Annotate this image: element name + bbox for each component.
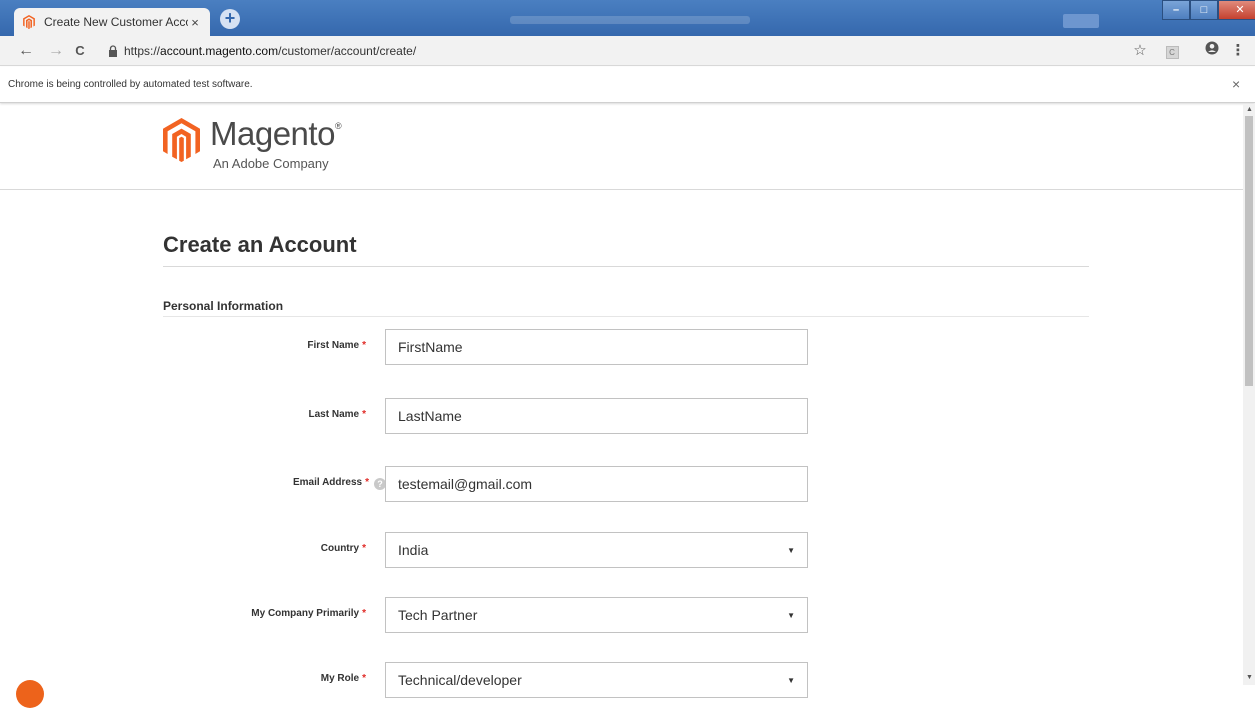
automation-infobar: Chrome is being controlled by automated … — [0, 67, 1255, 103]
required-marker: * — [362, 608, 366, 619]
required-marker: * — [362, 543, 366, 554]
browser-menu-icon[interactable]: ⋮ — [1228, 41, 1248, 61]
email-label-text: Email Address — [292, 477, 363, 488]
infobar-message: Chrome is being controlled by automated … — [8, 79, 253, 90]
scroll-up-icon[interactable]: ▲ — [1246, 106, 1253, 113]
email-input[interactable] — [385, 466, 808, 502]
country-select[interactable]: India ▼ — [385, 532, 808, 568]
last-name-input[interactable] — [385, 398, 808, 434]
profile-icon[interactable] — [1202, 41, 1222, 61]
trademark-symbol: ® — [334, 121, 342, 131]
email-row: Email Address *? — [163, 466, 823, 502]
tab-close-icon[interactable]: × — [188, 15, 202, 30]
section-divider — [163, 316, 1089, 317]
brand-text: Magento — [210, 115, 335, 152]
role-selected-value: Technical/developer — [398, 672, 522, 688]
page-scrollbar[interactable]: ▲ ▼ — [1243, 104, 1255, 685]
scrollbar-thumb[interactable] — [1245, 116, 1253, 386]
minimize-icon[interactable]: – — [1162, 0, 1190, 20]
country-row: Country * India ▼ — [163, 532, 823, 568]
first-name-row: First Name * — [163, 329, 823, 365]
required-marker: * — [362, 409, 366, 420]
required-marker: * — [365, 477, 369, 488]
close-window-icon[interactable]: ✕ — [1218, 0, 1255, 20]
address-toolbar: ← → C https://account.magento.com/custom… — [0, 36, 1255, 66]
maximize-icon[interactable]: □ — [1190, 0, 1218, 20]
browser-tab[interactable]: Create New Customer Account × — [14, 8, 210, 36]
extension-icon[interactable]: C — [1162, 41, 1182, 61]
lock-icon — [109, 45, 117, 57]
url-domain: account.magento.com — [160, 44, 279, 58]
infobar-close-icon[interactable]: × — [1232, 76, 1240, 92]
last-name-label-text: Last Name — [308, 409, 360, 420]
role-row: My Role * Technical/developer ▼ — [163, 662, 823, 698]
section-title: Personal Information — [163, 299, 284, 313]
brand-tagline: An Adobe Company — [213, 156, 329, 171]
chevron-down-icon: ▼ — [787, 610, 795, 620]
tab-title: Create New Customer Account — [44, 15, 188, 29]
magento-logo-icon[interactable] — [163, 118, 200, 162]
bookmark-star-icon[interactable]: ☆ — [1130, 41, 1150, 61]
url-bar[interactable]: https://account.magento.com/customer/acc… — [124, 44, 416, 58]
role-select[interactable]: Technical/developer ▼ — [385, 662, 808, 698]
site-header: Magento® An Adobe Company — [0, 104, 1243, 190]
scroll-down-icon[interactable]: ▼ — [1246, 674, 1253, 681]
chevron-down-icon: ▼ — [787, 545, 795, 555]
magento-favicon-icon — [22, 15, 36, 29]
company-selected-value: Tech Partner — [398, 607, 478, 623]
new-tab-button[interactable]: + — [220, 9, 240, 29]
role-label-text: My Role — [320, 673, 360, 684]
page-title: Create an Account — [163, 232, 357, 257]
window-titlebar: Create New Customer Account × + – □ ✕ — [0, 0, 1255, 36]
back-icon[interactable]: ← — [16, 41, 36, 61]
window-title-button[interactable] — [1063, 14, 1099, 28]
country-label: Country * — [321, 543, 366, 554]
email-label: Email Address *? — [293, 477, 386, 490]
first-name-label-text: First Name — [307, 340, 360, 351]
reload-icon[interactable]: C — [70, 41, 90, 61]
chevron-down-icon: ▼ — [787, 675, 795, 685]
company-row: My Company Primarily * Tech Partner ▼ — [163, 597, 823, 633]
last-name-label: Last Name * — [309, 409, 366, 420]
window-controls: – □ ✕ — [1162, 0, 1255, 22]
brand-name: Magento® — [210, 115, 342, 153]
company-label: My Company Primarily * — [251, 608, 366, 619]
required-marker: * — [362, 340, 366, 351]
country-label-text: Country — [320, 543, 360, 554]
chat-widget-icon[interactable] — [16, 680, 44, 708]
country-selected-value: India — [398, 542, 429, 558]
company-label-text: My Company Primarily — [251, 608, 360, 619]
url-scheme: https:// — [124, 44, 161, 58]
forward-icon[interactable]: → — [46, 41, 66, 61]
first-name-label: First Name * — [307, 340, 366, 351]
title-divider — [163, 266, 1089, 267]
company-select[interactable]: Tech Partner ▼ — [385, 597, 808, 633]
last-name-row: Last Name * — [163, 398, 823, 434]
required-marker: * — [362, 673, 366, 684]
window-title-text — [510, 16, 750, 24]
role-label: My Role * — [321, 673, 366, 684]
url-path: /customer/account/create/ — [278, 44, 417, 58]
first-name-input[interactable] — [385, 329, 808, 365]
